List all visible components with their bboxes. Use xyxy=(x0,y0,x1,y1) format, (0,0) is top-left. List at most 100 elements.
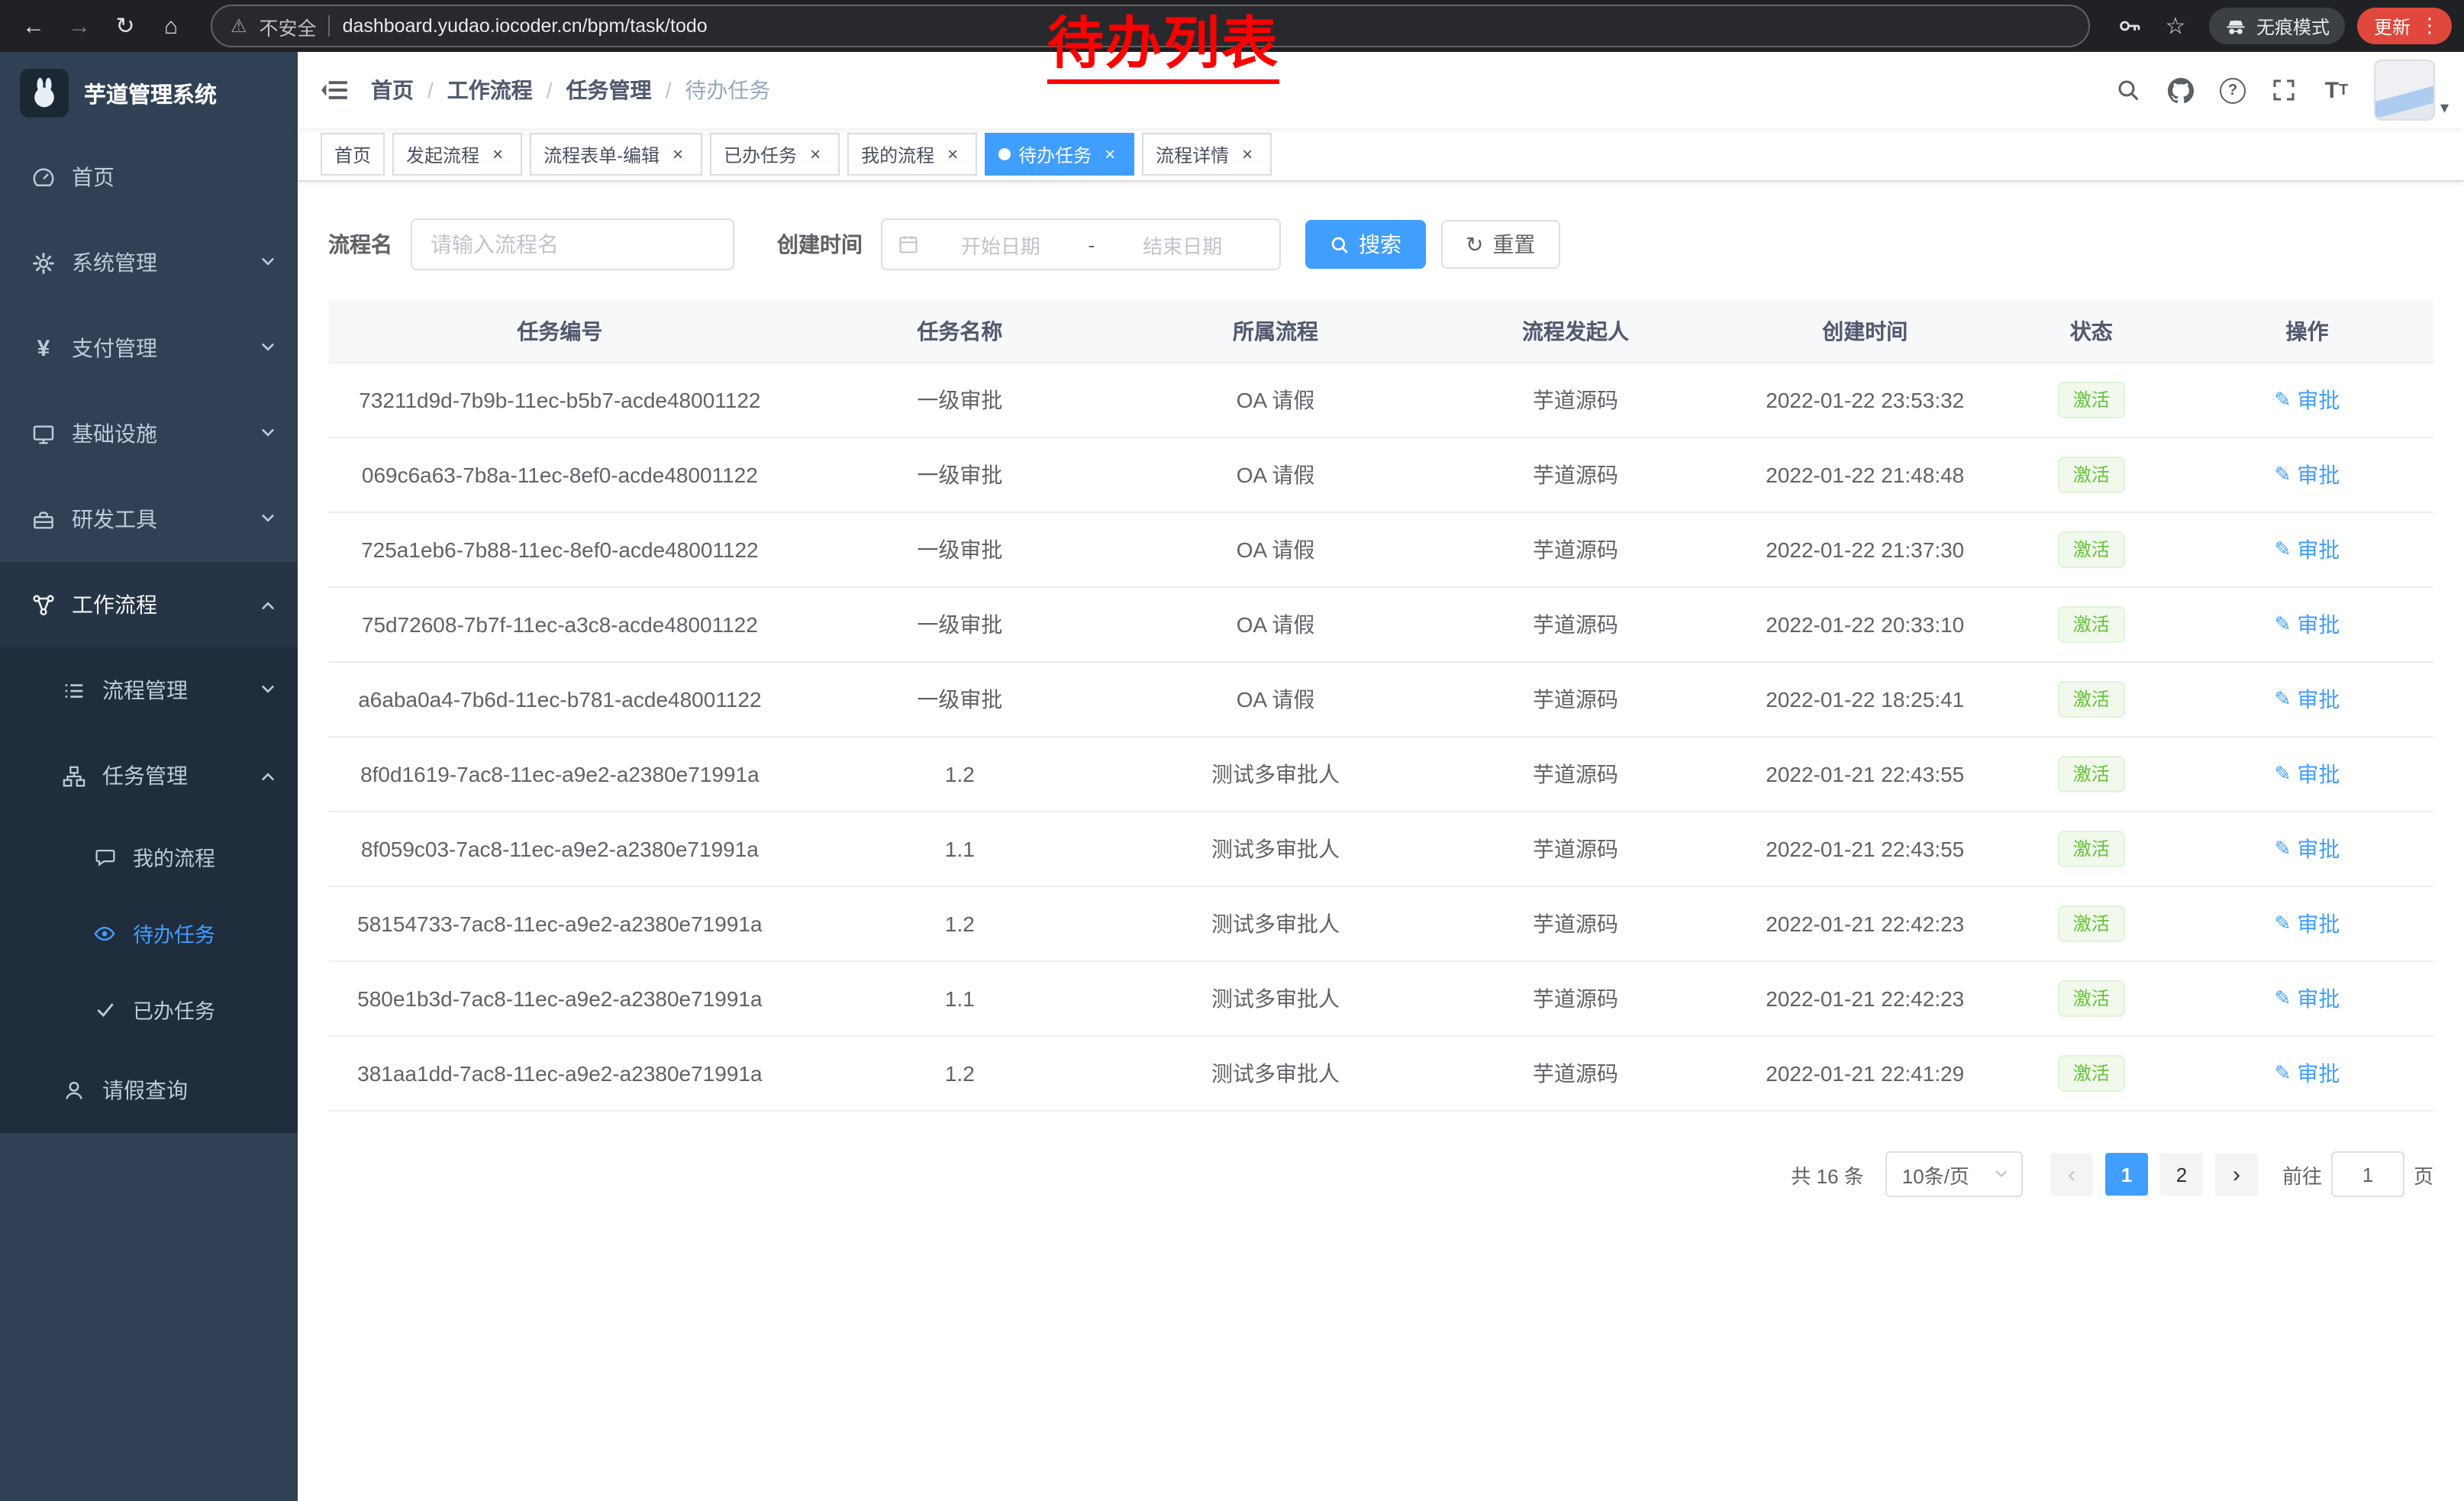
column-header-status: 状态 xyxy=(2002,301,2181,363)
status-badge: 激活 xyxy=(2058,457,2125,493)
bookmark-star-icon[interactable]: ☆ xyxy=(2154,6,2197,46)
chevron-down-icon xyxy=(260,678,276,702)
menu-kebab-icon[interactable]: ⋮ xyxy=(2415,14,2444,38)
table-cell: 1.2 xyxy=(792,886,1128,961)
search-icon[interactable] xyxy=(2103,52,2155,128)
avatar[interactable] xyxy=(2375,60,2436,121)
help-icon[interactable]: ? xyxy=(2207,52,2259,128)
tab-todo-tasks[interactable]: 待办任务 × xyxy=(985,133,1134,176)
tab-process-detail[interactable]: 流程详情 × xyxy=(1142,133,1272,176)
table-cell: 58154733-7ac8-11ec-a9e2-a2380e71991a xyxy=(328,886,792,961)
warning-icon: ⚠ xyxy=(231,15,247,37)
user-menu[interactable]: ▾ xyxy=(2375,60,2449,121)
tab-label: 发起流程 xyxy=(406,141,479,167)
tab-close-icon[interactable]: × xyxy=(1099,144,1121,165)
table-cell: 580e1b3d-7ac8-11ec-a9e2-a2380e71991a xyxy=(328,961,792,1036)
fullscreen-icon[interactable] xyxy=(2259,52,2311,128)
sidebar-item-done-tasks[interactable]: 已办任务 xyxy=(0,971,298,1047)
reset-button[interactable]: ↻ 重置 xyxy=(1441,220,1559,269)
approve-link[interactable]: ✎审批 xyxy=(2275,909,2340,939)
page-size-select[interactable]: 10条/页 xyxy=(1885,1151,2023,1197)
tab-close-icon[interactable]: × xyxy=(942,144,963,165)
tab-done-tasks[interactable]: 已办任务 × xyxy=(710,133,840,176)
page-1-button[interactable]: 1 xyxy=(2105,1153,2148,1196)
sidebar-item-workflow[interactable]: 工作流程 xyxy=(0,562,298,647)
table-cell: 381aa1dd-7ac8-11ec-a9e2-a2380e71991a xyxy=(328,1036,792,1111)
update-label: 更新 xyxy=(2374,13,2411,39)
security-label[interactable]: 不安全 xyxy=(260,11,317,40)
chevron-down-icon xyxy=(260,250,276,275)
table-cell: 芋道源码 xyxy=(1423,512,1728,587)
approve-link[interactable]: ✎审批 xyxy=(2275,759,2340,789)
tab-start-process[interactable]: 发起流程 × xyxy=(392,133,522,176)
sidebar-item-devtools[interactable]: 研发工具 xyxy=(0,476,298,562)
sidebar-item-system[interactable]: 系统管理 xyxy=(0,220,298,305)
next-page-button[interactable]: › xyxy=(2215,1153,2258,1196)
table-row: a6aba0a4-7b6d-11ec-b781-acde48001122一级审批… xyxy=(328,662,2433,737)
table-cell: 一级审批 xyxy=(792,587,1128,662)
tab-my-process[interactable]: 我的流程 × xyxy=(847,133,977,176)
application-root: ← → ↻ ⌂ ⚠ 不安全 dashboard.yudao.iocoder.cn… xyxy=(0,0,2464,1501)
sidebar-item-infrastructure[interactable]: 基础设施 xyxy=(0,391,298,476)
password-key-icon[interactable] xyxy=(2108,6,2151,46)
approve-link[interactable]: ✎审批 xyxy=(2275,385,2340,415)
tab-close-icon[interactable]: × xyxy=(805,144,826,165)
forward-icon[interactable]: → xyxy=(58,6,101,46)
url-text[interactable]: dashboard.yudao.iocoder.cn/bpm/task/todo xyxy=(343,15,708,37)
approve-link[interactable]: ✎审批 xyxy=(2275,983,2340,1014)
home-icon[interactable]: ⌂ xyxy=(150,6,192,46)
tab-form-edit[interactable]: 流程表单-编辑 × xyxy=(530,133,702,176)
date-range-picker[interactable]: 开始日期 - 结束日期 xyxy=(881,218,1281,270)
breadcrumb-task-mgmt[interactable]: 任务管理 xyxy=(566,75,652,105)
sidebar-item-task-mgmt[interactable]: 任务管理 xyxy=(0,733,298,818)
approve-link[interactable]: ✎审批 xyxy=(2275,684,2340,715)
tab-home[interactable]: 首页 xyxy=(321,133,385,176)
table-cell: 2022-01-21 22:41:29 xyxy=(1728,1036,2002,1111)
tab-close-icon[interactable]: × xyxy=(1237,144,1258,165)
table-cell: 测试多审批人 xyxy=(1128,812,1423,886)
table-row: 58154733-7ac8-11ec-a9e2-a2380e71991a1.2测… xyxy=(328,886,2433,961)
search-button[interactable]: 搜索 xyxy=(1305,220,1426,269)
github-icon[interactable] xyxy=(2155,52,2207,128)
sidebar-item-payment[interactable]: ¥ 支付管理 xyxy=(0,305,298,391)
start-date-placeholder: 开始日期 xyxy=(919,230,1082,259)
process-name-input[interactable]: 请输入流程名 xyxy=(411,218,734,270)
back-icon[interactable]: ← xyxy=(12,6,55,46)
tab-close-icon[interactable]: × xyxy=(487,144,508,165)
breadcrumb-home[interactable]: 首页 xyxy=(371,75,414,105)
approve-link[interactable]: ✎审批 xyxy=(2275,609,2340,640)
breadcrumb-workflow[interactable]: 工作流程 xyxy=(447,75,533,105)
approve-link[interactable]: ✎审批 xyxy=(2275,534,2340,565)
table-cell: 75d72608-7b7f-11ec-a3c8-acde48001122 xyxy=(328,587,792,662)
app-logo[interactable]: 芋道管理系统 xyxy=(0,52,298,134)
font-size-icon[interactable]: TT xyxy=(2311,52,2362,128)
approve-link[interactable]: ✎审批 xyxy=(2275,460,2340,490)
table-row: 580e1b3d-7ac8-11ec-a9e2-a2380e71991a1.1测… xyxy=(328,961,2433,1036)
update-button[interactable]: 更新 ⋮ xyxy=(2357,8,2452,44)
sidebar-item-todo-tasks[interactable]: 待办任务 xyxy=(0,895,298,971)
sidebar-collapse-icon[interactable] xyxy=(298,52,371,128)
sidebar-item-my-process[interactable]: 我的流程 xyxy=(0,818,298,895)
sidebar-item-home[interactable]: 首页 xyxy=(0,134,298,220)
workflow-icon xyxy=(31,593,56,616)
user-icon xyxy=(61,1079,87,1102)
range-separator: - xyxy=(1082,233,1101,256)
page-2-button[interactable]: 2 xyxy=(2160,1153,2203,1196)
sidebar-item-process-mgmt[interactable]: 流程管理 xyxy=(0,647,298,733)
org-tree-icon xyxy=(61,764,87,787)
top-navbar: 首页 / 工作流程 / 任务管理 / 待办任务 xyxy=(298,52,2464,128)
sidebar-item-label: 已办任务 xyxy=(133,994,215,1025)
prev-page-button[interactable]: ‹ xyxy=(2050,1153,2093,1196)
table-cell: 1.1 xyxy=(792,961,1128,1036)
table-cell: 2022-01-22 18:25:41 xyxy=(1728,662,2002,737)
goto-page-input[interactable]: 1 xyxy=(2331,1151,2404,1197)
approve-link[interactable]: ✎审批 xyxy=(2275,1058,2340,1089)
gear-icon xyxy=(31,251,56,274)
approve-link[interactable]: ✎审批 xyxy=(2275,834,2340,864)
table-cell: 一级审批 xyxy=(792,512,1128,587)
table-cell: 一级审批 xyxy=(792,363,1128,437)
navbar-actions: ? TT ▾ xyxy=(2103,52,2464,128)
reload-icon[interactable]: ↻ xyxy=(104,6,147,46)
sidebar-item-leave-query[interactable]: 请假查询 xyxy=(0,1047,298,1133)
tab-close-icon[interactable]: × xyxy=(667,144,689,165)
